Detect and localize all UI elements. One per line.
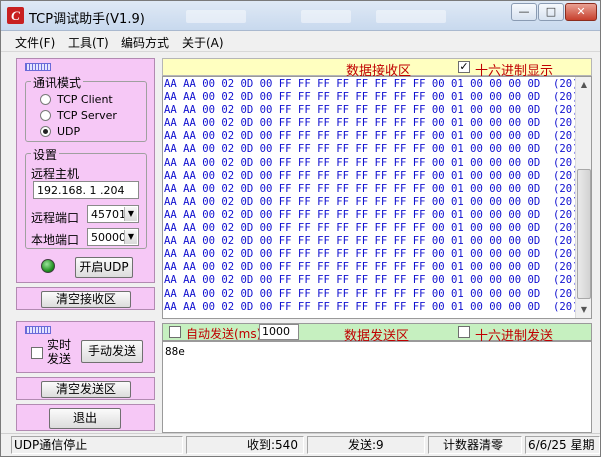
status-bar: UDP通信停止 收到:540 发送:9 计数器清零 6/6/25 星期 (1, 433, 600, 456)
receive-line: AA AA 00 02 0D 00 FF FF FF FF FF FF FF F… (164, 143, 576, 156)
local-port-select[interactable]: 50000 ▼ (87, 228, 139, 246)
radio-udp-label: UDP (57, 125, 81, 138)
comm-mode-label: 通讯模式 (31, 74, 84, 91)
reset-counter-button[interactable]: 计数器清零 (428, 436, 522, 454)
maximize-button[interactable]: □ (538, 3, 564, 21)
receive-line: AA AA 00 02 0D 00 FF FF FF FF FF FF FF F… (164, 78, 576, 90)
remote-port-label: 远程端口 (31, 211, 80, 225)
auto-send-checkbox[interactable] (169, 326, 181, 338)
panel-grip-icon (25, 63, 51, 71)
chevron-down-icon[interactable]: ▼ (124, 207, 137, 221)
receive-line: AA AA 00 02 0D 00 FF FF FF FF FF FF FF F… (164, 300, 576, 313)
minimize-button[interactable]: — (511, 3, 537, 21)
radio-button-icon[interactable] (40, 110, 51, 121)
scroll-down-icon[interactable]: ▼ (576, 302, 592, 318)
background-tab-shape (186, 10, 246, 23)
local-port-label: 本地端口 (31, 233, 80, 247)
panel-grip-icon (25, 326, 51, 334)
menu-bar: 文件(F) 工具(T) 编码方式 关于(A) (1, 31, 600, 52)
receive-line: AA AA 00 02 0D 00 FF FF FF FF FF FF FF F… (164, 208, 576, 221)
local-port-value: 50000 (91, 231, 126, 244)
send-content: 88e (165, 345, 185, 358)
open-udp-button[interactable]: 开启UDP (75, 257, 133, 278)
send-textarea[interactable]: 88e (162, 341, 592, 433)
remote-host-label: 远程主机 (31, 167, 80, 181)
realtime-send-checkbox[interactable] (31, 347, 43, 359)
app-logo-icon: C (7, 7, 24, 24)
receive-line: AA AA 00 02 0D 00 FF FF FF FF FF FF FF F… (164, 104, 576, 117)
hex-send-checkbox[interactable] (458, 326, 470, 338)
remote-host-input[interactable]: 192.168. 1 .204 (33, 181, 139, 199)
receive-line: AA AA 00 02 0D 00 FF FF FF FF FF FF FF F… (164, 235, 576, 248)
radio-udp[interactable]: UDP (40, 125, 80, 139)
chevron-down-icon[interactable]: ▼ (124, 230, 137, 244)
scroll-up-icon[interactable]: ▲ (576, 77, 592, 93)
receive-line: AA AA 00 02 0D 00 FF FF FF FF FF FF FF F… (164, 117, 576, 130)
close-button[interactable]: ✕ (565, 3, 597, 21)
manual-send-button[interactable]: 手动发送 (81, 340, 143, 363)
auto-send-label: 自动发送(ms) (186, 327, 262, 341)
settings-group-label: 设置 (31, 146, 60, 163)
status-sent: 发送:9 (307, 436, 425, 454)
receive-scrollbar[interactable]: ▲ ▼ (575, 77, 591, 318)
window-title: TCP调试助手(V1.9) (29, 12, 145, 27)
radio-tcp-server-label: TCP Server (57, 109, 117, 122)
send-header: 自动发送(ms) 1000 数据发送区 十六进制发送 (162, 323, 592, 344)
radio-tcp-client[interactable]: TCP Client (40, 93, 113, 107)
menu-file[interactable]: 文件(F) (15, 34, 55, 51)
hex-display-checkbox[interactable]: ✓ (458, 61, 470, 73)
receive-line: AA AA 00 02 0D 00 FF FF FF FF FF FF FF F… (164, 261, 576, 274)
radio-tcp-client-label: TCP Client (57, 93, 113, 106)
clear-send-button[interactable]: 清空发送区 (41, 381, 131, 398)
exit-button[interactable]: 退出 (49, 408, 121, 429)
clear-recv-panel: 清空接收区 (16, 287, 155, 310)
receive-line: AA AA 00 02 0D 00 FF FF FF FF FF FF FF F… (164, 195, 576, 208)
status-connection: UDP通信停止 (11, 436, 183, 454)
receive-line: AA AA 00 02 0D 00 FF FF FF FF FF FF FF F… (164, 156, 576, 169)
status-date: 6/6/25 星期 (525, 436, 600, 454)
menu-encoding[interactable]: 编码方式 (121, 34, 169, 51)
status-received: 收到:540 (186, 436, 304, 454)
status-led-icon (41, 259, 55, 273)
menu-about[interactable]: 关于(A) (182, 34, 224, 51)
receive-line: AA AA 00 02 0D 00 FF FF FF FF FF FF FF F… (164, 287, 576, 300)
radio-button-selected-icon[interactable] (40, 126, 51, 137)
scroll-thumb[interactable] (577, 169, 591, 299)
background-tab-shape (301, 10, 351, 23)
receive-header: 数据接收区 ✓ 十六进制显示 (162, 58, 592, 79)
receive-line: AA AA 00 02 0D 00 FF FF FF FF FF FF FF F… (164, 169, 576, 182)
comm-mode-group: 通讯模式 TCP Client TCP Server UDP (25, 74, 147, 142)
receive-line: AA AA 00 02 0D 00 FF FF FF FF FF FF FF F… (164, 130, 576, 143)
remote-port-value: 45701 (91, 208, 126, 221)
title-bar[interactable]: C TCP调试助手(V1.9) — □ ✕ (1, 1, 600, 31)
background-tab-shape (376, 10, 446, 23)
receive-line: AA AA 00 02 0D 00 FF FF FF FF FF FF FF F… (164, 222, 576, 235)
realtime-send-label: 实时 发送 (47, 338, 72, 366)
settings-panel: 通讯模式 TCP Client TCP Server UDP 设置 远程主机 1… (16, 58, 155, 283)
receive-textarea[interactable]: AA AA 00 02 0D 00 FF FF FF FF FF FF FF F… (162, 76, 592, 319)
clear-send-panel: 清空发送区 (16, 377, 155, 400)
receive-line: AA AA 00 02 0D 00 FF FF FF FF FF FF FF F… (164, 182, 576, 195)
receive-line: AA AA 00 02 0D 00 FF FF FF FF FF FF FF F… (164, 91, 576, 104)
exit-panel: 退出 (16, 404, 155, 431)
receive-line: AA AA 00 02 0D 00 FF FF FF FF FF FF FF F… (164, 274, 576, 287)
receive-lines: AA AA 00 02 0D 00 FF FF FF FF FF FF FF F… (164, 78, 576, 317)
receive-line: AA AA 00 02 0D 00 FF FF FF FF FF FF FF F… (164, 248, 576, 261)
radio-button-icon[interactable] (40, 94, 51, 105)
send-control-panel: 实时 发送 手动发送 (16, 321, 155, 373)
auto-send-interval-input[interactable]: 1000 (259, 324, 299, 340)
radio-tcp-server[interactable]: TCP Server (40, 109, 117, 123)
clear-recv-button[interactable]: 清空接收区 (41, 291, 131, 308)
menu-tools[interactable]: 工具(T) (68, 34, 109, 51)
app-window: C TCP调试助手(V1.9) — □ ✕ 文件(F) 工具(T) 编码方式 关… (0, 0, 601, 457)
remote-port-select[interactable]: 45701 ▼ (87, 205, 139, 223)
